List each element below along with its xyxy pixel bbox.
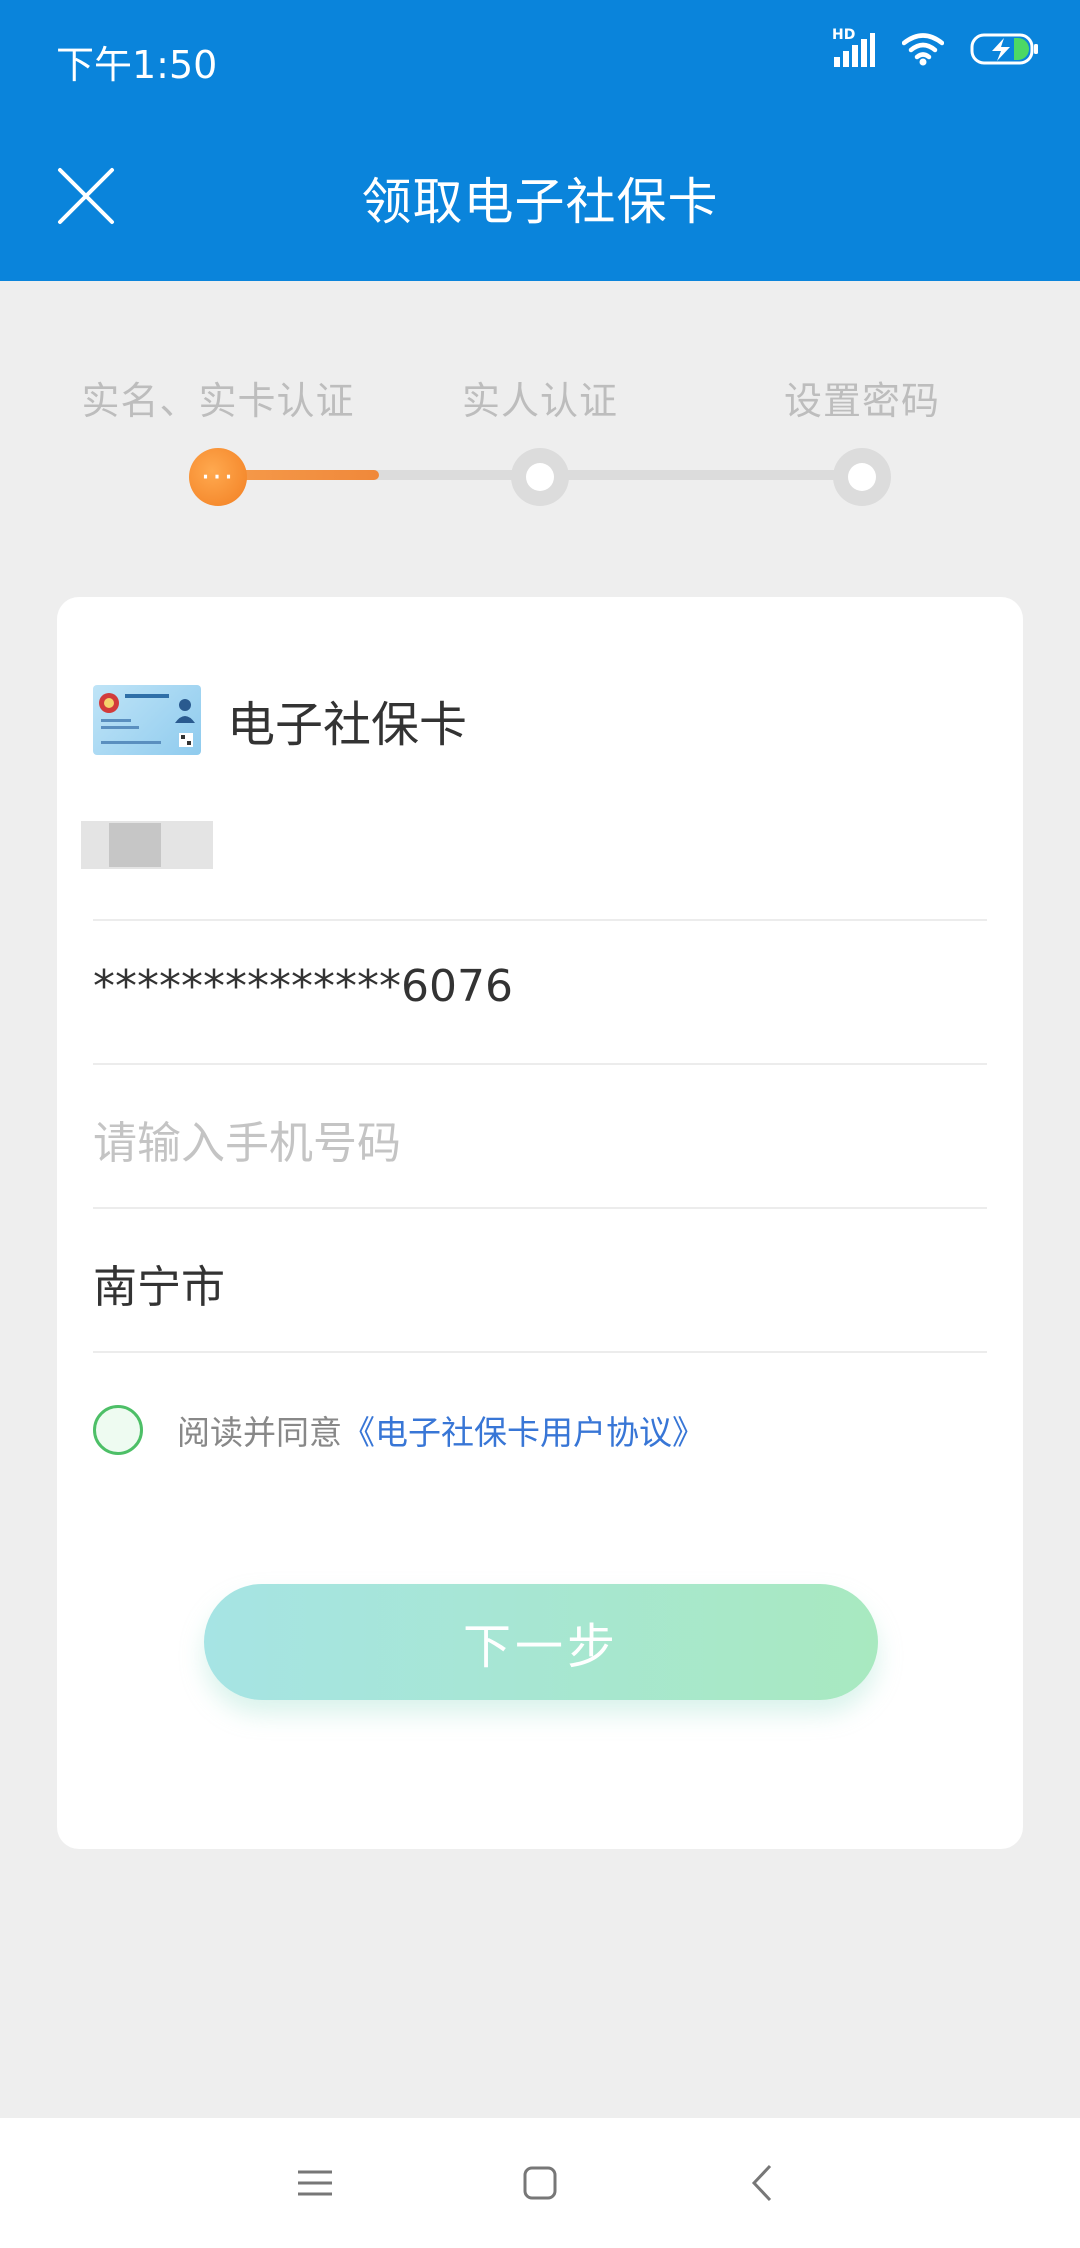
page-title: 领取电子社保卡 [361,173,719,231]
step-dot-pending [511,448,569,506]
menu-button[interactable] [290,2158,340,2208]
battery-charging-icon [970,32,1040,70]
agree-checkbox[interactable] [93,1405,143,1455]
back-button[interactable] [740,2158,790,2208]
next-step-button[interactable]: 下一步 [204,1584,878,1700]
more-dots-icon: ··· [200,459,236,495]
step-label-set-password: 设置密码 [783,379,941,423]
phone-input[interactable]: 请输入手机号码 [93,1107,401,1171]
divider [93,1351,987,1353]
card-header: 电子社保卡 [93,685,467,755]
step-label-face-verify: 实人认证 [461,379,619,423]
signal-icon: HD [832,27,876,69]
status-icons: HD [832,27,1040,70]
back-icon [751,2164,772,2202]
divider [93,1207,987,1209]
step-dot-active: ··· [189,448,247,506]
name-redacted [81,821,213,869]
page: 下午1:50 HD 领取电子社保卡 实名、实卡认证 实人认证 设置密码 ··· … [0,0,1080,2248]
system-nav-bar [0,2118,1080,2248]
step-label-verify-card: 实名、实卡认证 [81,379,355,423]
divider [93,1063,987,1065]
id-number-field[interactable]: **************6076 [93,961,513,1012]
card-title: 电子社保卡 [227,697,468,753]
progress-stepper: 实名、实卡认证 实人认证 设置密码 ··· [0,360,1080,520]
app-header: 下午1:50 HD 领取电子社保卡 [0,0,1080,281]
agreement-link[interactable]: 《电子社保卡用户协议》 [342,1406,705,1454]
home-icon [523,2166,557,2200]
step-dot-pending [833,448,891,506]
agreement-row: 阅读并同意 《电子社保卡用户协议》 [93,1405,705,1455]
social-security-card-image [93,685,201,755]
city-select[interactable]: 南宁市 [93,1251,225,1315]
form-card: 电子社保卡 **************6076 请输入手机号码 南宁市 阅读并… [57,597,1023,1849]
agree-text: 阅读并同意 [177,1413,342,1452]
home-button[interactable] [515,2158,565,2208]
divider [93,919,987,921]
wifi-icon [901,32,945,70]
menu-icon [298,2170,332,2196]
status-time: 下午1:50 [56,43,218,87]
